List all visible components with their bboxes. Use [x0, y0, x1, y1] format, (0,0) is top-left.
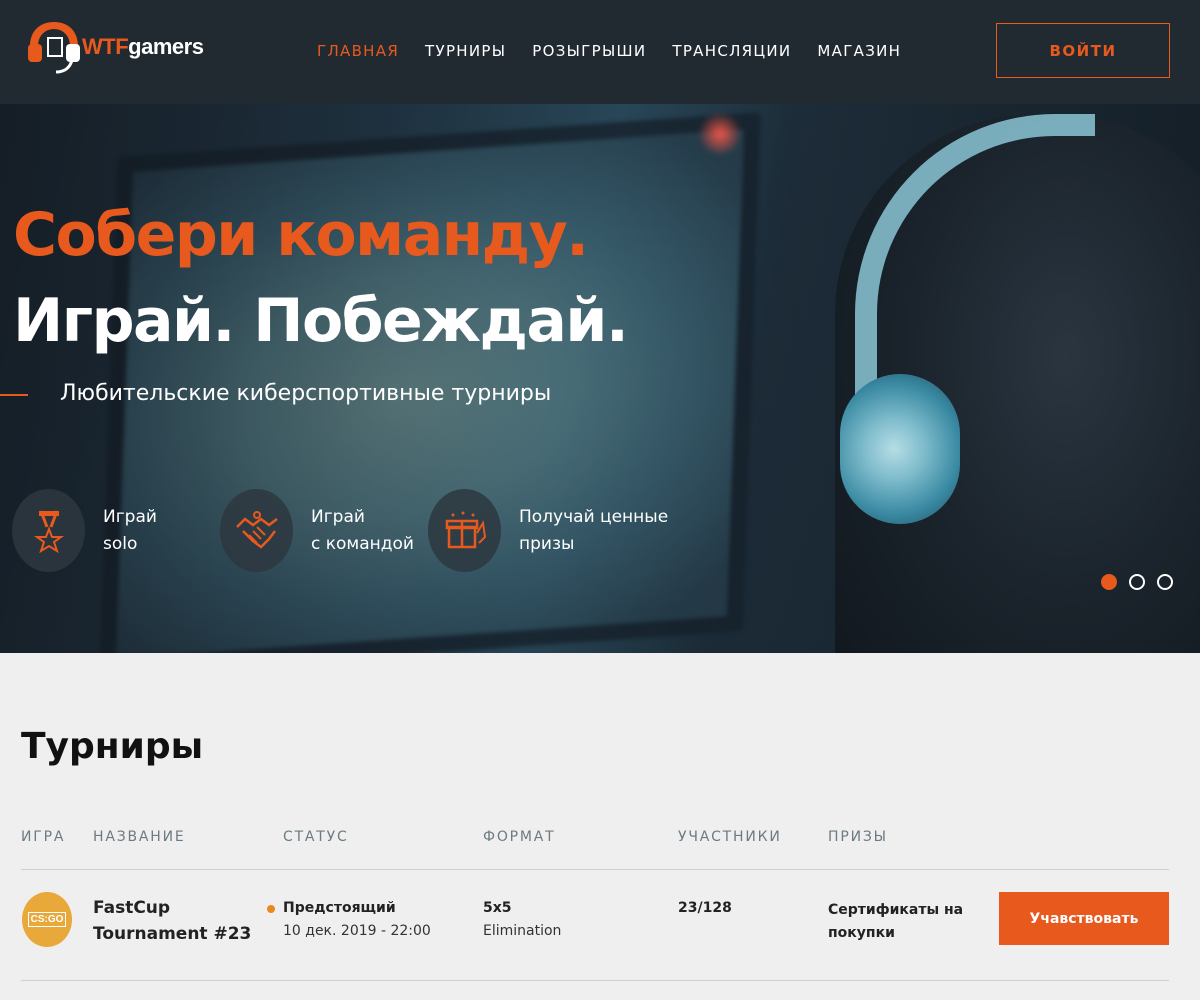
nav-item-streams[interactable]: ТРАНСЛЯЦИИ — [672, 42, 791, 60]
headset-logo-icon — [28, 22, 80, 74]
feature-prizes-line2: призы — [519, 533, 575, 554]
login-button[interactable]: ВОЙТИ — [996, 23, 1170, 78]
hero-subtitle: Любительские киберспортивные турниры — [60, 381, 552, 406]
tournament-participants: 23/128 — [678, 900, 732, 916]
site-logo[interactable]: WTFgamers — [24, 14, 214, 80]
table-divider — [21, 869, 1169, 870]
nav-item-shop[interactable]: МАГАЗИН — [817, 42, 901, 60]
logo-wtf-text: WTF — [82, 34, 129, 59]
table-row-divider — [21, 980, 1169, 981]
gift-icon — [445, 511, 486, 548]
hero-headline-2: Играй. Побеждай. — [13, 286, 629, 356]
tournament-format-type: Elimination — [483, 923, 562, 939]
join-tournament-button[interactable]: Учавствовать — [999, 892, 1169, 945]
nav-item-giveaways[interactable]: РОЗЫГРЫШИ — [532, 42, 646, 60]
main-nav: ГЛАВНАЯ ТУРНИРЫ РОЗЫГРЫШИ ТРАНСЛЯЦИИ МАГ… — [317, 42, 927, 60]
slider-dot-3[interactable] — [1157, 574, 1173, 590]
slider-dot-2[interactable] — [1129, 574, 1145, 590]
feature-solo-line2: solo — [103, 533, 138, 554]
hero-banner: Собери команду. Играй. Побеждай. Любител… — [0, 104, 1200, 653]
column-header-game: ИГРА — [21, 829, 66, 845]
feature-team-line1: Играй — [311, 506, 365, 527]
tournament-format: 5x5 — [483, 900, 512, 916]
medal-icon — [33, 509, 64, 553]
column-header-prizes: ПРИЗЫ — [828, 829, 888, 845]
logo-gamers-text: gamers — [128, 34, 204, 59]
hero-headline-1: Собери команду. — [13, 200, 589, 270]
tournament-name[interactable]: FastCup Tournament #23 — [93, 895, 263, 947]
column-header-participants: УЧАСТНИКИ — [678, 829, 782, 845]
column-header-format: ФОРМАТ — [483, 829, 556, 845]
tournament-date: 10 дек. 2019 - 22:00 — [283, 923, 431, 939]
feature-prizes-line1: Получай ценные — [519, 506, 669, 527]
slider-dots — [1101, 574, 1185, 590]
status-indicator-dot — [267, 905, 275, 913]
handshake-icon — [235, 510, 278, 549]
feature-solo-line1: Играй — [103, 506, 157, 527]
column-header-status: СТАТУС — [283, 829, 349, 845]
feature-team-line2: с командой — [311, 533, 414, 554]
slider-dot-1[interactable] — [1101, 574, 1117, 590]
feature-solo: Играй solo — [12, 489, 157, 572]
feature-team: Играй с командой — [220, 489, 414, 572]
csgo-game-logo: CS:GO — [22, 892, 72, 947]
column-header-name: НАЗВАНИЕ — [93, 829, 186, 845]
nav-item-home[interactable]: ГЛАВНАЯ — [317, 42, 399, 60]
tournament-prizes: Сертификаты на покупки — [828, 902, 964, 941]
feature-prizes: Получай ценные призы — [428, 489, 668, 572]
tournaments-title: Турниры — [21, 726, 204, 767]
site-header: WTFgamers ГЛАВНАЯ ТУРНИРЫ РОЗЫГРЫШИ ТРАН… — [0, 0, 1200, 104]
nav-item-tournaments[interactable]: ТУРНИРЫ — [425, 42, 506, 60]
hero-dash-divider — [0, 394, 28, 396]
tournament-status: Предстоящий — [283, 900, 396, 916]
game-logo-text: CS:GO — [27, 912, 67, 927]
